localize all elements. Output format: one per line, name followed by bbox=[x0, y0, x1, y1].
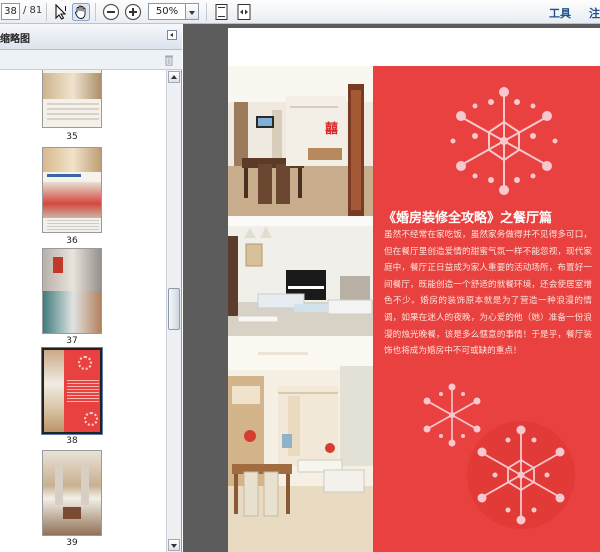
page-thumbnail[interactable] bbox=[42, 450, 102, 536]
thumbnail-label: 38 bbox=[66, 436, 78, 446]
thumbnail-panel-title: 缩略图 bbox=[0, 34, 30, 45]
thumbnail-label: 37 bbox=[66, 336, 78, 346]
thumbnail-scrollbar[interactable] bbox=[166, 70, 181, 552]
zoom-level-input[interactable]: 50% bbox=[148, 3, 186, 20]
page-thumbnail[interactable] bbox=[42, 147, 102, 233]
document-page: 囍 《婚房装修全攻略》之餐厅篇 虽然不经常在家吃饭，虽然家务做得并不见得多可口，… bbox=[228, 28, 600, 552]
toolbar-separator bbox=[95, 3, 96, 21]
scrollbar-thumb[interactable] bbox=[168, 288, 180, 330]
tools-menu-link[interactable]: 工具 bbox=[549, 5, 571, 21]
collapse-panel-button[interactable] bbox=[167, 30, 177, 40]
page-thumbnail[interactable] bbox=[42, 70, 102, 128]
zoom-dropdown-button[interactable] bbox=[186, 3, 199, 20]
thumbnail-panel-header: 缩略图 bbox=[0, 24, 182, 50]
main-toolbar: 38 / 81 50% 工具 注 bbox=[0, 0, 600, 24]
page-total: / 81 bbox=[23, 5, 43, 16]
select-arrow-icon[interactable] bbox=[52, 3, 70, 21]
thumbnail-label: 36 bbox=[66, 236, 78, 246]
scroll-down-button[interactable] bbox=[168, 539, 180, 551]
annotate-menu-link[interactable]: 注 bbox=[589, 5, 600, 21]
thumbnail-list: 35 36 37 38 39 bbox=[0, 70, 166, 552]
toolbar-separator bbox=[206, 3, 207, 21]
fit-page-icon[interactable] bbox=[213, 3, 231, 21]
zoom-in-icon[interactable] bbox=[124, 3, 142, 21]
paper-cut-flower-decoration bbox=[450, 87, 558, 195]
zoom-out-icon[interactable] bbox=[102, 3, 120, 21]
article-panel: 《婚房装修全攻略》之餐厅篇 虽然不经常在家吃饭，虽然家务做得并不见得多可口，但在… bbox=[373, 66, 600, 552]
page-number-input[interactable]: 38 bbox=[1, 3, 20, 20]
fit-width-icon[interactable] bbox=[235, 3, 253, 21]
document-viewport[interactable]: 囍 《婚房装修全攻略》之餐厅篇 虽然不经常在家吃饭，虽然家务做得并不见得多可口，… bbox=[183, 24, 600, 552]
paper-cut-flower-large-decoration bbox=[467, 421, 575, 529]
thumbnail-panel: 缩略图 35 36 37 38 39 bbox=[0, 24, 182, 552]
living-room-photo bbox=[228, 216, 373, 336]
thumbnail-label: 39 bbox=[66, 538, 78, 548]
article-body: 虽然不经常在家吃饭，虽然家务做得并不见得多可口，但在餐厅里创造爱情的甜蜜气氛一样… bbox=[384, 230, 592, 357]
page-thumbnail[interactable] bbox=[42, 248, 102, 334]
page-thumbnail-selected[interactable] bbox=[41, 347, 103, 435]
dining-room-photo: 囍 bbox=[228, 66, 373, 216]
toolbar-separator bbox=[46, 3, 47, 21]
trash-icon[interactable] bbox=[164, 54, 174, 66]
bright-interior-photo bbox=[228, 336, 373, 552]
thumbnail-panel-toolbar bbox=[0, 50, 182, 70]
photo-column: 囍 bbox=[228, 66, 373, 552]
article-heading: 《婚房装修全攻略》之餐厅篇 bbox=[383, 211, 553, 226]
hand-icon[interactable] bbox=[72, 3, 90, 21]
thumbnail-label: 35 bbox=[66, 132, 78, 142]
double-happiness-sign: 囍 bbox=[325, 122, 339, 137]
scroll-up-button[interactable] bbox=[168, 71, 180, 83]
